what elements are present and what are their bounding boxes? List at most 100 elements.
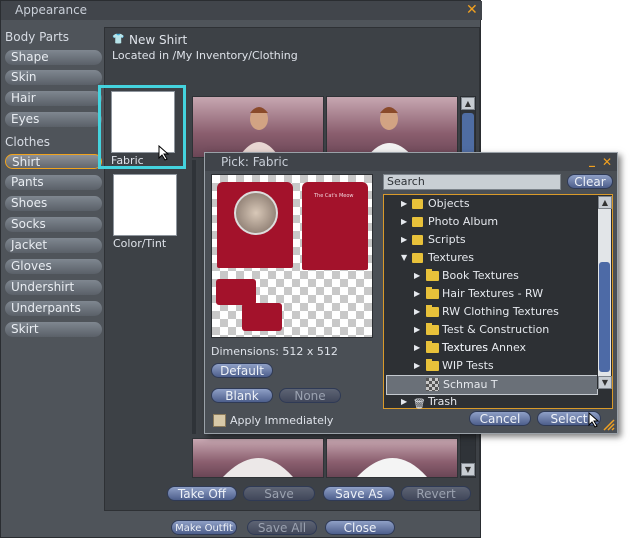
- sidebar-item-gloves[interactable]: Gloves: [5, 259, 102, 274]
- avatar-preview-image: [357, 458, 427, 477]
- tree-item-textures-annex[interactable]: ▶ Textures Annex: [384, 339, 596, 357]
- take-off-button[interactable]: Take Off: [167, 486, 237, 501]
- fabric-swatch-highlight[interactable]: Fabric: [98, 85, 186, 169]
- folder-icon: [426, 359, 439, 371]
- close-icon[interactable]: ✕: [466, 3, 478, 17]
- tree-scroll-up-arrow-icon[interactable]: ▲: [598, 196, 612, 209]
- tree-item-trash[interactable]: ▶ 🗑 Trash: [384, 393, 596, 411]
- expand-arrow-icon[interactable]: ▶: [414, 303, 420, 321]
- save-all-button[interactable]: Save All: [247, 520, 317, 535]
- folder-objects-icon: [412, 199, 423, 209]
- sidebar-item-hair[interactable]: Hair: [5, 91, 102, 106]
- scroll-down-arrow-icon[interactable]: ▼: [461, 463, 475, 476]
- apply-immediately-checkbox[interactable]: [213, 414, 226, 427]
- clothes-heading: Clothes: [5, 135, 50, 149]
- revert-button[interactable]: Revert: [401, 486, 471, 501]
- collapse-arrow-icon[interactable]: ▼: [401, 249, 407, 267]
- folder-icon: [426, 269, 439, 281]
- clear-button[interactable]: Clear: [567, 174, 613, 189]
- color-tint-swatch[interactable]: [113, 174, 177, 236]
- sidebar-item-shoes[interactable]: Shoes: [5, 196, 102, 211]
- sidebar-item-skin[interactable]: Skin: [5, 70, 102, 85]
- color-tint-label: Color/Tint: [113, 237, 167, 250]
- blank-button[interactable]: Blank: [211, 388, 273, 403]
- save-button[interactable]: Save: [243, 486, 315, 501]
- tree-item-textures[interactable]: ▼ Textures: [384, 249, 596, 267]
- minimize-icon[interactable]: _: [589, 153, 595, 167]
- sidebar-item-shape[interactable]: Shape: [5, 50, 102, 65]
- sidebar-item-undershirt[interactable]: Undershirt: [5, 280, 102, 295]
- expand-arrow-icon[interactable]: ▶: [414, 267, 420, 285]
- picker-close-icon[interactable]: ✕: [602, 155, 612, 169]
- tree-scrollbar[interactable]: ▲ ▼: [597, 195, 612, 389]
- tree-item-hair-textures[interactable]: ▶ Hair Textures - RW: [384, 285, 596, 303]
- cursor-arrow-icon: [158, 145, 170, 161]
- fabric-label: Fabric: [111, 154, 144, 167]
- expand-arrow-icon[interactable]: ▶: [414, 285, 420, 303]
- shirt-back-text: The Cat's Meow: [314, 193, 354, 199]
- tree-scroll-down-arrow-icon[interactable]: ▼: [598, 376, 612, 389]
- sidebar-item-socks[interactable]: Socks: [5, 217, 102, 232]
- item-location: Located in /My Inventory/Clothing: [112, 49, 298, 62]
- save-as-button[interactable]: Save As: [323, 486, 395, 501]
- make-outfit-button[interactable]: Make Outfit: [171, 520, 237, 535]
- cat-image: [234, 191, 278, 235]
- search-input[interactable]: Search: [383, 174, 561, 190]
- tree-item-book-textures[interactable]: ▶ Book Textures: [384, 267, 596, 285]
- avatar-preview-image: [223, 458, 293, 477]
- sidebar-item-underpants[interactable]: Underpants: [5, 301, 102, 316]
- tree-item-objects[interactable]: ▶ Objects: [384, 195, 596, 213]
- resize-grip-icon[interactable]: [603, 419, 615, 431]
- preview-front-bottom[interactable]: [192, 438, 324, 478]
- folder-photo-icon: [412, 217, 423, 227]
- trash-icon: 🗑: [413, 399, 426, 410]
- tree-item-scripts[interactable]: ▶ Scripts: [384, 231, 596, 249]
- preview-front-top[interactable]: [192, 96, 324, 158]
- inventory-tree: ▶ Objects ▶ Photo Album ▶ Scripts ▼ Textures…: [383, 194, 613, 411]
- folder-icon: [426, 287, 439, 299]
- expand-arrow-icon[interactable]: ▶: [401, 213, 407, 231]
- texture-picker-window: Pick: Fabric _ ✕ The Cat's Meow Dimensio…: [204, 152, 618, 434]
- tree-item-wip-tests[interactable]: ▶ WIP Tests: [384, 357, 596, 375]
- tree-scroll-thumb[interactable]: [599, 262, 610, 372]
- tree-item-photo-album[interactable]: ▶ Photo Album: [384, 213, 596, 231]
- sidebar-item-skirt[interactable]: Skirt: [5, 322, 102, 337]
- expand-arrow-icon[interactable]: ▶: [414, 339, 420, 357]
- sidebar-item-eyes[interactable]: Eyes: [5, 112, 102, 127]
- item-name: New Shirt: [129, 33, 188, 47]
- sidebar-item-jacket[interactable]: Jacket: [5, 238, 102, 253]
- expand-arrow-icon[interactable]: ▶: [401, 195, 407, 213]
- default-button[interactable]: Default: [211, 363, 273, 378]
- sidebar-item-pants[interactable]: Pants: [5, 175, 102, 190]
- texture-icon: [426, 378, 439, 391]
- body-parts-heading: Body Parts: [5, 30, 70, 44]
- sidebar-item-shirt[interactable]: Shirt: [5, 154, 102, 169]
- cursor-arrow-icon: [588, 412, 600, 428]
- sleeve-texture: [216, 279, 256, 305]
- expand-arrow-icon[interactable]: ▶: [414, 321, 420, 339]
- cancel-button[interactable]: Cancel: [469, 411, 531, 426]
- fabric-swatch[interactable]: [111, 91, 175, 153]
- preview-back-bottom[interactable]: [326, 438, 458, 478]
- expand-arrow-icon[interactable]: ▶: [401, 393, 407, 411]
- appearance-titlebar[interactable]: Appearance ✕: [1, 1, 482, 20]
- folder-icon: [426, 323, 439, 335]
- none-button[interactable]: None: [279, 388, 341, 403]
- close-button[interactable]: Close: [325, 520, 395, 535]
- dimensions-label: Dimensions: 512 x 512: [211, 345, 338, 358]
- folder-textures-icon: [412, 253, 423, 263]
- expand-arrow-icon[interactable]: ▶: [401, 231, 407, 249]
- tree-item-schmau-t[interactable]: Schmau T: [386, 375, 598, 395]
- tree-item-rw-clothing[interactable]: ▶ RW Clothing Textures: [384, 303, 596, 321]
- sleeve-texture: [242, 303, 282, 331]
- tree-item-test-construction[interactable]: ▶ Test & Construction Textures: [384, 321, 596, 354]
- apply-immediately-label: Apply Immediately: [230, 414, 334, 427]
- scroll-up-arrow-icon[interactable]: ▲: [461, 97, 475, 110]
- picker-title: Pick: Fabric: [221, 155, 289, 169]
- avatar-preview-image: [239, 107, 279, 157]
- preview-gap: [192, 160, 196, 434]
- expand-arrow-icon[interactable]: ▶: [414, 357, 420, 375]
- window-title: Appearance: [15, 3, 88, 17]
- picker-titlebar[interactable]: Pick: Fabric _ ✕: [205, 153, 617, 171]
- preview-back-top[interactable]: [326, 96, 458, 158]
